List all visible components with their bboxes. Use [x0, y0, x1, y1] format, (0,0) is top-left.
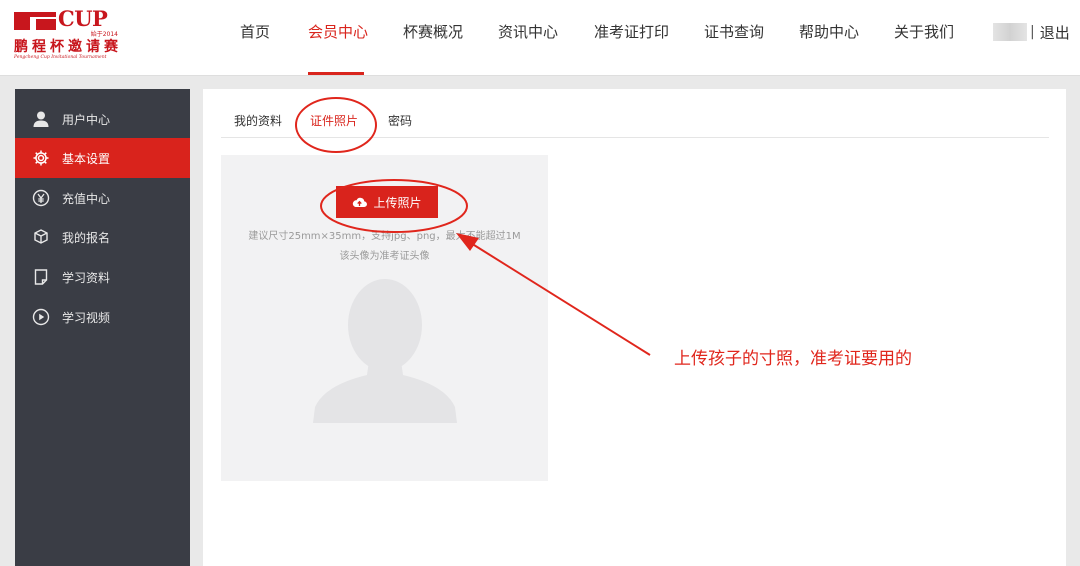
nav-active-indicator [308, 72, 364, 75]
site-logo[interactable]: CUP 始于2014 鹏程杯邀请赛 Pengcheng Cup Invitati… [14, 8, 122, 62]
nav-member-center[interactable]: 会员中心 [308, 22, 368, 42]
sidebar-item-recharge[interactable]: 充值中心 [15, 178, 190, 218]
sidebar-item-my-registration[interactable]: 我的报名 [15, 217, 190, 257]
sidebar-item-study-videos[interactable]: 学习视频 [15, 297, 190, 337]
cloud-upload-icon [353, 197, 368, 208]
photo-usage-hint: 该头像为准考证头像 [339, 251, 430, 262]
photo-upload-area: 上传照片 建议尺寸25mm×35mm，支持jpg、png，最大不能超过1M 该头… [221, 155, 548, 481]
sidebar-item-label: 用户中心 [62, 112, 111, 127]
logo-english: Pengcheng Cup Invitational Tournament [14, 55, 107, 60]
user-icon [32, 110, 50, 128]
site-header: CUP 始于2014 鹏程杯邀请赛 Pengcheng Cup Invitati… [0, 0, 1080, 76]
photo-size-hint: 建议尺寸25mm×35mm，支持jpg、png，最大不能超过1M [248, 231, 521, 242]
nav-help[interactable]: 帮助中心 [799, 22, 859, 42]
username-redacted[interactable] [993, 23, 1027, 41]
avatar-placeholder-icon [313, 279, 457, 423]
nav-home[interactable]: 首页 [240, 22, 270, 42]
sidebar-item-study-materials[interactable]: 学习资料 [15, 257, 190, 297]
logout-link[interactable]: 退出 [1040, 22, 1070, 43]
sidebar-item-label: 学习资料 [62, 270, 111, 285]
document-icon [32, 268, 50, 286]
nav-about[interactable]: 关于我们 [894, 22, 954, 42]
tab-my-profile[interactable]: 我的资料 [234, 114, 282, 128]
nav-overview[interactable]: 杯赛概况 [403, 22, 463, 42]
upload-photo-button[interactable]: 上传照片 [336, 186, 438, 218]
logo-mark-icon [14, 12, 56, 30]
tab-password[interactable]: 密码 [388, 114, 412, 128]
sidebar-item-user-center[interactable]: 用户中心 [15, 99, 190, 139]
sidebar-item-basic-settings[interactable]: 基本设置 [15, 138, 190, 178]
nav-news[interactable]: 资讯中心 [498, 22, 558, 42]
logo-since: 始于2014 [90, 31, 118, 38]
tab-id-photo[interactable]: 证件照片 [310, 114, 358, 128]
play-icon [32, 308, 50, 326]
sidebar-item-label: 充值中心 [62, 191, 111, 206]
main-panel: 我的资料 证件照片 密码 上传照片 建议尺寸25mm×35mm，支持jpg、pn… [203, 89, 1066, 566]
upload-photo-label: 上传照片 [373, 195, 422, 210]
nav-admission-print[interactable]: 准考证打印 [594, 22, 669, 42]
settings-tabs: 我的资料 证件照片 密码 [221, 114, 1049, 138]
user-separator: | [1030, 24, 1035, 40]
sidebar-item-label: 基本设置 [62, 151, 111, 166]
sidebar-item-label: 我的报名 [62, 230, 111, 245]
logo-name: 鹏程杯邀请赛 [14, 39, 122, 55]
gear-icon [32, 149, 50, 167]
logo-cup-text: CUP [58, 6, 108, 31]
sidebar-item-label: 学习视频 [62, 310, 111, 325]
annotation-text: 上传孩子的寸照，准考证要用的 [674, 349, 912, 369]
nav-certificate-query[interactable]: 证书查询 [704, 22, 764, 42]
sidebar: 用户中心 基本设置 充值中心 我的报名 学习资料 学习视频 [15, 89, 190, 566]
user-area: | 退出 [993, 22, 1070, 42]
box-icon [32, 228, 50, 246]
yen-icon [32, 189, 50, 207]
